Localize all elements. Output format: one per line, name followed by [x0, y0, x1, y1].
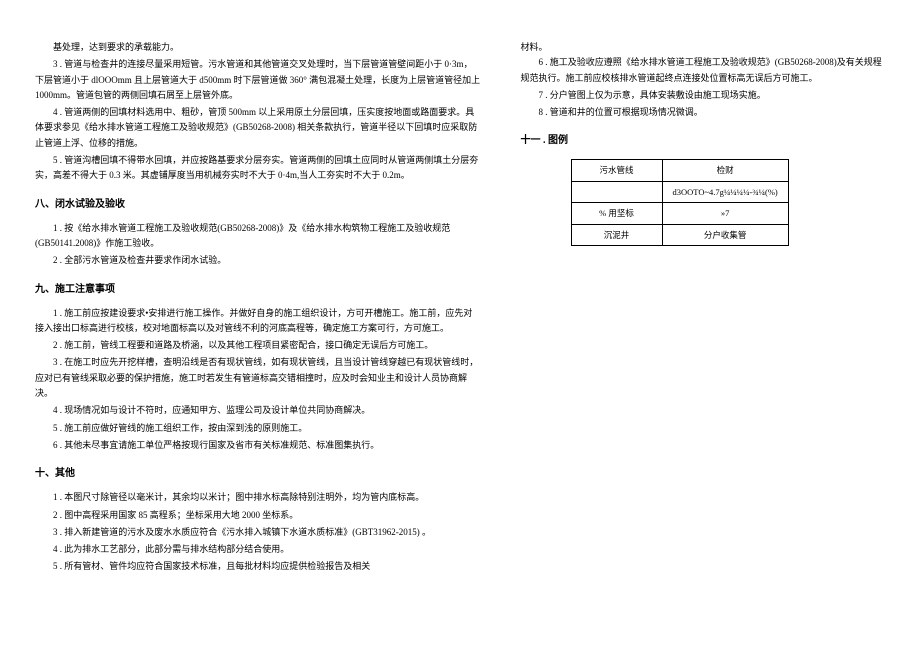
paragraph: 3 . 排入新建管道的污水及废水水质应符合《污水排入城镇下水道水质标准》(GBT… — [35, 525, 481, 540]
paragraph: 5 . 施工前应做好管线的施工组织工作，按由深到浅的原则施工。 — [35, 421, 481, 436]
paragraph: 2 . 全部污水管道及检查井要求作闭水试验。 — [35, 253, 481, 268]
legend-cell: 沉泥井 — [571, 224, 662, 245]
paragraph: 2 . 施工前，管线工程要和道路及桥涵，以及其他工程项目紧密配合，接口确定无误后… — [35, 338, 481, 353]
legend-cell: d3OOTO~4.7g¼¼¼¼-¾¼(%) — [662, 181, 788, 202]
paragraph: 5 . 管道沟槽回填不得带水回填，并应按路基要求分层夯实。管道两侧的回填土应同时… — [35, 153, 481, 184]
paragraph: 基处理，达到要求的承载能力。 — [35, 40, 481, 55]
paragraph: 3 . 在施工时应先开挖样槽，查明沿线是否有现状管线，如有现状管线，且当设计管线… — [35, 355, 481, 401]
paragraph: 5 . 所有管材、管件均应符合国家技术标准，且每批材料均应提供检验报告及相关 — [35, 559, 481, 574]
paragraph: 6 . 其他未尽事宜请施工单位严格按现行国家及省市有关标准规范、标准图集执行。 — [35, 438, 481, 453]
paragraph: 4 . 此为排水工艺部分，此部分需与排水结构部分结合使用。 — [35, 542, 481, 557]
legend-cell — [571, 181, 662, 202]
table-row: 沉泥井 分户收集管 — [571, 224, 788, 245]
table-row: 污水管线 检财 — [571, 160, 788, 181]
paragraph: 材料。 — [521, 40, 886, 55]
heading-section-11: 十一 . 图例 — [521, 132, 886, 149]
legend-cell: 分户收集管 — [662, 224, 788, 245]
paragraph: 4 . 现场情况如与设计不符时，应通知甲方、监理公司及设计单位共同协商解决。 — [35, 403, 481, 418]
table-row: d3OOTO~4.7g¼¼¼¼-¾¼(%) — [571, 181, 788, 202]
paragraph: 1 . 本图尺寸除管径以毫米计，其余均以米计；图中排水标高除特别注明外，均为管内… — [35, 490, 481, 505]
paragraph: 4 . 管道两侧的回填材料选用中、粗砂，管顶 500mm 以上采用原土分层回填，… — [35, 105, 481, 151]
legend-cell: 检财 — [662, 160, 788, 181]
heading-section-9: 九、施工注意事项 — [35, 281, 481, 298]
legend-table: 污水管线 检财 d3OOTO~4.7g¼¼¼¼-¾¼(%) % 用坚标 »7 沉… — [571, 159, 789, 246]
paragraph: 2 . 图中高程采用国家 85 高程系；坐标采用大地 2000 坐标系。 — [35, 508, 481, 523]
paragraph: 3 . 管道与检查井的连接尽量采用短管。污水管道和其他管道交叉处理时，当下层管道… — [35, 57, 481, 103]
legend-cell: 污水管线 — [571, 160, 662, 181]
heading-section-8: 八、闭水试验及验收 — [35, 196, 481, 213]
heading-section-10: 十、其他 — [35, 465, 481, 482]
paragraph: 6 . 施工及验收应遵照《给水排水管道工程施工及验收规范》(GB50268-20… — [521, 55, 886, 86]
paragraph: 8 . 管道和井的位置可根据现场情况微调。 — [521, 105, 886, 120]
legend-cell: % 用坚标 — [571, 203, 662, 224]
paragraph: 1 . 按《给水排水管道工程施工及验收规范(GB50268-2008)》及《给水… — [35, 221, 481, 252]
paragraph: 1 . 施工前应按建设要求•安排进行施工操作。并做好自身的施工组织设计，方可开槽… — [35, 306, 481, 337]
paragraph: 7 . 分户管图上仅为示意，具体安装敷设由施工现场实施。 — [521, 88, 886, 103]
legend-cell: »7 — [662, 203, 788, 224]
table-row: % 用坚标 »7 — [571, 203, 788, 224]
